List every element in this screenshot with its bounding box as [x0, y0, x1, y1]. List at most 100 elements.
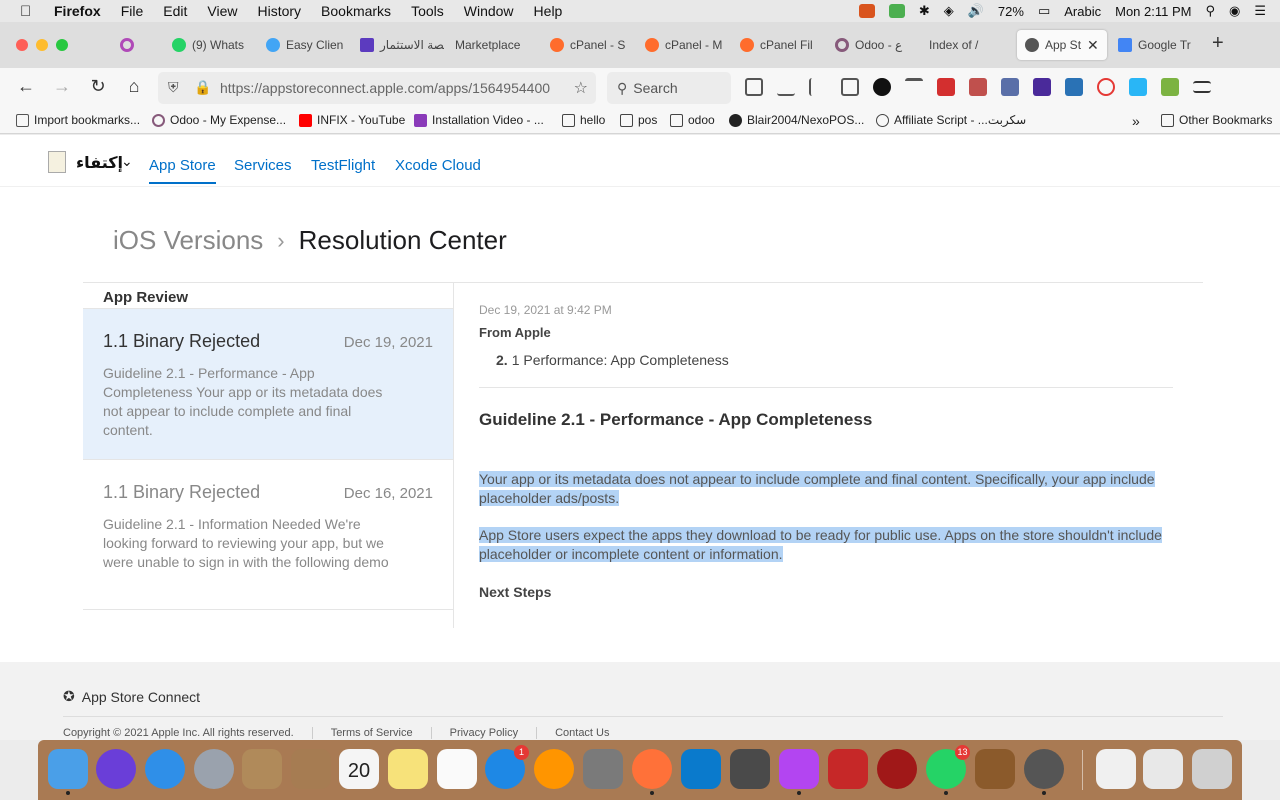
- trash-icon[interactable]: [1192, 749, 1232, 789]
- contacts-icon[interactable]: [291, 749, 331, 789]
- tab-google-translate[interactable]: Google Tr: [1118, 30, 1198, 60]
- tab-marketplace[interactable]: Marketplace: [455, 30, 535, 60]
- extension-dropper-icon[interactable]: [1001, 78, 1019, 96]
- broom-icon[interactable]: [975, 749, 1015, 789]
- pin-app-icon[interactable]: [877, 749, 917, 789]
- close-window-button[interactable]: [16, 39, 28, 51]
- bookmark-other-bookmarks[interactable]: Other Bookmarks: [1161, 113, 1272, 127]
- filezilla-icon[interactable]: [828, 749, 868, 789]
- new-tab-button[interactable]: +: [1212, 32, 1224, 55]
- siri-icon[interactable]: ◉: [1229, 3, 1240, 19]
- notification-center-icon[interactable]: ☰: [1254, 3, 1266, 19]
- safari-icon[interactable]: [145, 749, 185, 789]
- extension-grid-icon[interactable]: [905, 78, 923, 96]
- tab-pinned[interactable]: [120, 30, 150, 60]
- menu-app-name[interactable]: Firefox: [54, 3, 101, 19]
- close-tab-icon[interactable]: ✕: [1087, 37, 1099, 54]
- shield-icon[interactable]: ⛨: [168, 79, 179, 96]
- extension-r-icon[interactable]: [969, 78, 987, 96]
- minimize-window-button[interactable]: [36, 39, 48, 51]
- bookmarks-overflow-chevron-icon[interactable]: »: [1132, 113, 1140, 129]
- library-icon[interactable]: [809, 78, 827, 96]
- siri-icon[interactable]: [96, 749, 136, 789]
- terms-link[interactable]: Terms of Service: [311, 727, 431, 739]
- finder-icon[interactable]: [48, 749, 88, 795]
- extension-s-icon[interactable]: [1065, 78, 1083, 96]
- extension-square-icon[interactable]: [1129, 78, 1147, 96]
- mail-icon[interactable]: [242, 749, 282, 789]
- extension-pen-icon[interactable]: [937, 78, 955, 96]
- bookmark-installation-video[interactable]: Installation Video - ...: [414, 113, 544, 127]
- message-paragraph-1[interactable]: Your app or its metadata does not appear…: [479, 470, 1173, 508]
- menu-history[interactable]: History: [257, 3, 301, 19]
- review-message-item[interactable]: 1.1 Binary Rejected Dec 16, 2021 Guideli…: [83, 459, 453, 610]
- menu-tools[interactable]: Tools: [411, 3, 444, 19]
- sublime-text-icon[interactable]: [730, 749, 770, 789]
- forward-icon[interactable]: →: [50, 76, 74, 97]
- pocket-icon[interactable]: [745, 78, 763, 96]
- footer-brand[interactable]: ✪ App Store Connect: [63, 688, 200, 705]
- tab-cpanel-1[interactable]: cPanel - S: [550, 30, 630, 60]
- bookmark-infix-youtube[interactable]: INFIX - YouTube: [299, 113, 405, 127]
- selected-text[interactable]: App Store users expect the apps they dow…: [479, 527, 1162, 562]
- bookmark-star-icon[interactable]: ☆: [574, 78, 588, 98]
- volume-icon[interactable]: 🔊: [968, 3, 984, 19]
- bookmark-nexopos[interactable]: Blair2004/NexoPOS...: [729, 113, 864, 127]
- tab-cpanel-files[interactable]: cPanel Fil: [740, 30, 820, 60]
- app-store-icon[interactable]: 1: [485, 745, 529, 789]
- lock-icon[interactable]: 🔒: [194, 79, 211, 96]
- status-app-icon-2[interactable]: [888, 4, 905, 18]
- bluetooth-icon[interactable]: ✱: [919, 3, 930, 19]
- tab-cpanel-2[interactable]: cPanel - M: [645, 30, 725, 60]
- menu-bookmarks[interactable]: Bookmarks: [321, 3, 391, 19]
- review-message-item[interactable]: 1.1 Binary Rejected Dec 19, 2021 Guideli…: [83, 308, 453, 459]
- privacy-link[interactable]: Privacy Policy: [430, 727, 536, 739]
- url-text[interactable]: https://appstoreconnect.apple.com/apps/1…: [220, 80, 560, 96]
- tab-whatsapp[interactable]: (9) Whats: [172, 30, 252, 60]
- menu-window[interactable]: Window: [464, 3, 514, 19]
- nav-testflight[interactable]: TestFlight: [311, 157, 375, 174]
- message-paragraph-2[interactable]: App Store users expect the apps they dow…: [479, 526, 1173, 564]
- bookmark-import[interactable]: Import bookmarks...: [16, 113, 140, 127]
- tab-investment[interactable]: منصة الاستثمار: [360, 30, 444, 60]
- spotlight-search-icon[interactable]: ⚲: [1205, 3, 1215, 19]
- battery-icon[interactable]: ▭: [1038, 3, 1050, 19]
- search-input[interactable]: ⚲ Search: [607, 72, 731, 104]
- clock[interactable]: Mon 2:11 PM: [1115, 4, 1191, 19]
- tab-index-of[interactable]: Index of /: [929, 30, 1005, 60]
- breadcrumb-ios-versions[interactable]: iOS Versions: [113, 225, 263, 256]
- bookmark-folder-hello[interactable]: hello: [562, 113, 605, 127]
- notes-icon[interactable]: [388, 749, 428, 789]
- sequel-pro-icon[interactable]: [1024, 749, 1064, 795]
- selected-text[interactable]: Your app or its metadata does not appear…: [479, 471, 1155, 506]
- firefox-icon[interactable]: [632, 749, 672, 795]
- tab-easy-client[interactable]: Easy Clien: [266, 30, 346, 60]
- battery-percent[interactable]: 72%: [998, 4, 1024, 19]
- status-app-icon[interactable]: [858, 4, 875, 18]
- books-icon[interactable]: [534, 749, 574, 789]
- launchpad-icon[interactable]: [194, 749, 234, 789]
- bookmark-affiliate-script[interactable]: Affiliate Script - ...سكربت: [876, 113, 1026, 127]
- url-bar[interactable]: ⛨ 🔒 https://appstoreconnect.apple.com/ap…: [158, 72, 596, 104]
- extension-badge-icon[interactable]: [1033, 78, 1051, 96]
- menu-file[interactable]: File: [121, 3, 144, 19]
- home-icon[interactable]: ⌂: [122, 76, 146, 97]
- bookmark-folder-odoo[interactable]: odoo: [670, 113, 715, 127]
- nav-app-store[interactable]: App Store: [149, 157, 216, 184]
- zoom-window-button[interactable]: [56, 39, 68, 51]
- reload-icon[interactable]: ↻: [86, 76, 110, 97]
- menu-edit[interactable]: Edit: [163, 3, 187, 19]
- back-icon[interactable]: ←: [14, 76, 38, 97]
- extension-record-icon[interactable]: [1097, 78, 1115, 96]
- sidebar-icon[interactable]: [841, 78, 859, 96]
- apple-menu-icon[interactable]: : [20, 3, 38, 20]
- wifi-icon[interactable]: ◈: [944, 3, 954, 19]
- calendar-icon[interactable]: 20: [339, 749, 379, 789]
- nav-xcode-cloud[interactable]: Xcode Cloud: [395, 157, 481, 174]
- contact-link[interactable]: Contact Us: [536, 727, 627, 739]
- screenshot-icon[interactable]: [1143, 749, 1183, 789]
- app-switcher-chevron-down-icon[interactable]: ⌄: [121, 153, 133, 170]
- phpstorm-icon[interactable]: [779, 749, 819, 795]
- extension-h-icon[interactable]: [873, 78, 891, 96]
- tab-app-store-connect[interactable]: App St ✕: [1017, 30, 1107, 60]
